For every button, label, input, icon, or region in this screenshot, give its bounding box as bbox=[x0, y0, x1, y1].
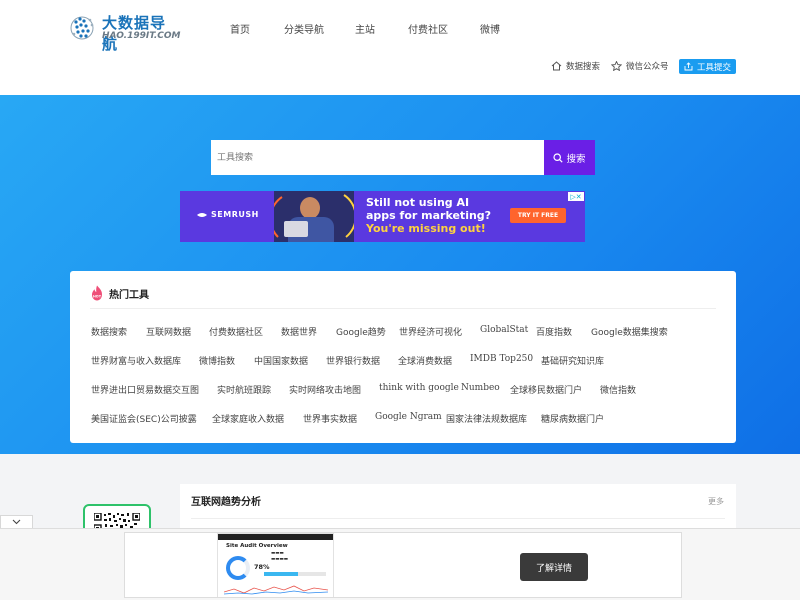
svg-text:HOT: HOT bbox=[93, 295, 102, 299]
audit-percent: 78% bbox=[254, 563, 270, 571]
hot-tool-link[interactable]: 实时网络攻击地图 bbox=[289, 383, 361, 396]
hot-tool-link[interactable]: 世界经济可视化 bbox=[399, 325, 462, 338]
hot-tool-link[interactable]: 全球移民数据门户 bbox=[510, 383, 582, 396]
data-search-label: 数据搜索 bbox=[566, 62, 601, 72]
hot-tool-link[interactable]: 美国证监会(SEC)公司披露 bbox=[91, 412, 197, 425]
search-button[interactable]: 搜索 bbox=[544, 140, 595, 175]
hot-tool-link[interactable]: 世界进出口贸易数据交互图 bbox=[91, 383, 199, 396]
hot-tool-link[interactable]: 世界银行数据 bbox=[326, 354, 380, 367]
ad-cta-button[interactable]: TRY IT FREE bbox=[510, 208, 566, 223]
site-audit-ad[interactable]: Site Audit Overview 78% ▬▬▬ ▬▬▬▬ 了解详情 bbox=[124, 532, 682, 598]
hot-tool-link[interactable]: 数据世界 bbox=[281, 325, 317, 338]
hot-tool-link[interactable]: 百度指数 bbox=[536, 325, 572, 338]
wechat-label: 微信公众号 bbox=[626, 62, 669, 72]
hot-tool-link[interactable]: 实时航班跟踪 bbox=[217, 383, 271, 396]
hot-tool-link[interactable]: 世界事实数据 bbox=[303, 412, 357, 425]
ad-brand-label: SEMRUSH bbox=[211, 210, 259, 219]
hot-tool-link[interactable]: 国家法律法规数据库 bbox=[446, 412, 527, 425]
ad-headline-line-2: apps for marketing? bbox=[366, 209, 492, 222]
site-audit-preview: Site Audit Overview 78% ▬▬▬ ▬▬▬▬ bbox=[217, 533, 334, 597]
hot-tool-link[interactable]: 微博指数 bbox=[199, 354, 235, 367]
hot-tool-link[interactable]: Google Ngram bbox=[375, 412, 442, 422]
hot-tool-link[interactable]: 中国国家数据 bbox=[254, 354, 308, 367]
hot-tool-link[interactable]: Google数据集搜索 bbox=[591, 325, 668, 338]
header-tools: 数据搜索 微信公众号 工具提交 bbox=[0, 59, 800, 75]
adchoices-icon[interactable]: ▷✕ bbox=[568, 192, 584, 201]
hot-tools-header: HOT 热门工具 bbox=[90, 285, 149, 301]
hot-tool-link[interactable]: Numbeo bbox=[461, 383, 500, 393]
hot-tool-link[interactable]: 数据搜索 bbox=[91, 325, 127, 338]
hot-tool-link[interactable]: 付费数据社区 bbox=[209, 325, 263, 338]
audit-stats: ▬▬▬ ▬▬▬▬ bbox=[271, 551, 289, 562]
sticky-ad-bar: Site Audit Overview 78% ▬▬▬ ▬▬▬▬ 了解详情 bbox=[0, 528, 800, 600]
nav-categories[interactable]: 分类导航 bbox=[284, 21, 324, 36]
upload-icon bbox=[684, 62, 693, 71]
nav-weibo[interactable]: 微博 bbox=[480, 21, 500, 36]
hot-tool-link[interactable]: 微信指数 bbox=[600, 383, 636, 396]
nav-home[interactable]: 首页 bbox=[230, 21, 250, 36]
ad-brand: SEMRUSH bbox=[196, 210, 259, 219]
hot-tool-link[interactable]: 互联网数据 bbox=[146, 325, 191, 338]
tool-search-input[interactable] bbox=[211, 140, 545, 175]
ad-headline-line-3: You're missing out! bbox=[366, 222, 486, 235]
hot-tools-card: HOT 热门工具 数据搜索 互联网数据 付费数据社区 数据世界 Google趋势 世界经济… bbox=[70, 271, 736, 443]
semrush-ad-banner[interactable]: SEMRUSH Still not using AI apps for mark… bbox=[180, 191, 585, 242]
hot-tool-link[interactable]: 全球消费数据 bbox=[398, 354, 452, 367]
search-button-label: 搜索 bbox=[566, 153, 586, 165]
submit-tool-label: 工具提交 bbox=[696, 62, 731, 73]
ad-headline-line-1: Still not using AI bbox=[366, 196, 470, 209]
audit-sparkline-icon bbox=[224, 585, 328, 595]
hot-tool-link[interactable]: 糖尿病数据门户 bbox=[541, 412, 604, 425]
submit-tool-button[interactable]: 工具提交 bbox=[679, 59, 736, 74]
hot-tool-link[interactable]: 基础研究知识库 bbox=[541, 354, 604, 367]
audit-progress bbox=[264, 572, 326, 576]
audit-title: Site Audit Overview bbox=[226, 543, 288, 549]
ad-headline: Still not using AI apps for marketing? Y… bbox=[366, 196, 506, 235]
wechat-link[interactable]: 微信公众号 bbox=[611, 60, 669, 72]
hot-tool-link[interactable]: Google趋势 bbox=[336, 325, 386, 338]
nav-main-site[interactable]: 主站 bbox=[355, 21, 375, 36]
hot-tool-link[interactable]: think with google bbox=[379, 383, 459, 393]
site-header: 大数据导航 HAO.199IT.COM 首页 分类导航 主站 付费社区 微博 数… bbox=[0, 0, 800, 95]
section-title: 互联网趋势分析 bbox=[191, 497, 261, 508]
ad-photo bbox=[274, 191, 354, 242]
nav-paid-community[interactable]: 付费社区 bbox=[408, 21, 448, 36]
main-nav: 首页 分类导航 主站 付费社区 微博 bbox=[0, 21, 800, 37]
audit-ring-icon bbox=[226, 556, 250, 580]
section-more-link[interactable]: 更多 bbox=[708, 496, 724, 507]
search-icon bbox=[553, 152, 564, 163]
collapse-ad-button[interactable] bbox=[0, 515, 33, 529]
home-icon bbox=[551, 61, 562, 71]
chevron-down-icon bbox=[12, 519, 21, 525]
learn-more-button[interactable]: 了解详情 bbox=[520, 553, 588, 581]
hot-tools-divider bbox=[90, 308, 716, 309]
hot-tools-title: 热门工具 bbox=[109, 289, 149, 301]
hot-tool-link[interactable]: IMDB Top250 bbox=[470, 354, 533, 364]
star-icon bbox=[611, 61, 622, 71]
hot-tool-link[interactable]: GlobalStat bbox=[480, 325, 528, 335]
semrush-logo-icon bbox=[197, 212, 207, 217]
search-box bbox=[211, 140, 545, 175]
data-search-link[interactable]: 数据搜索 bbox=[551, 60, 600, 72]
section-divider bbox=[191, 518, 725, 519]
hot-tool-link[interactable]: 全球家庭收入数据 bbox=[212, 412, 284, 425]
hot-flame-icon: HOT bbox=[92, 285, 102, 301]
hot-tool-link[interactable]: 世界财富与收入数据库 bbox=[91, 354, 181, 367]
